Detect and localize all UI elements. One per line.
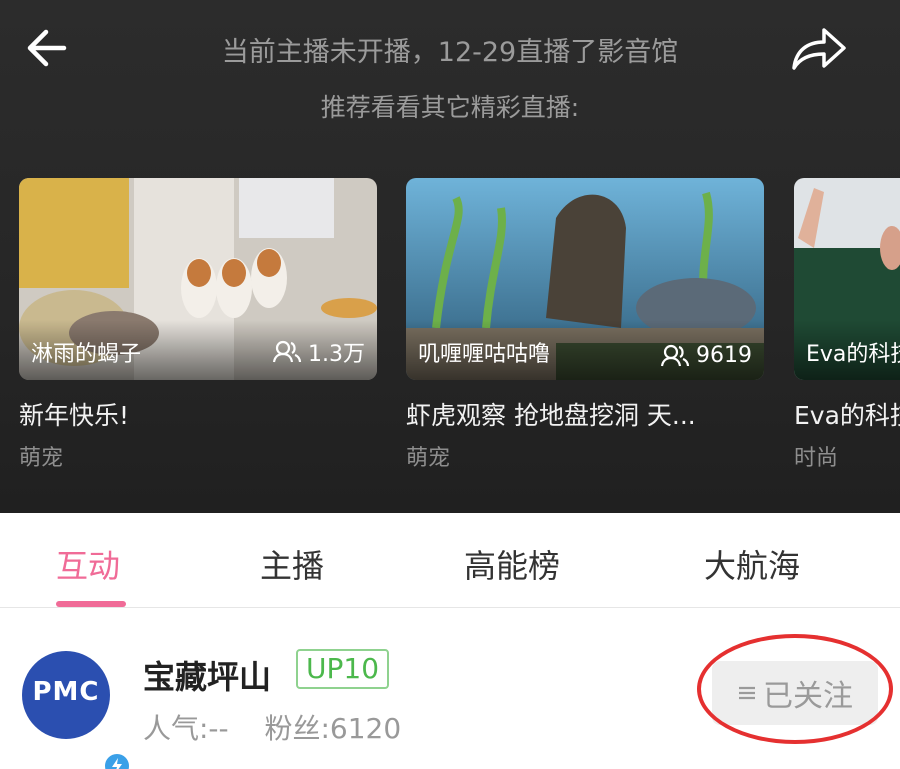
live-title: Eva的科技 [794,401,900,430]
tab-bar: 互动 主播 高能榜 大航海 [0,513,900,608]
tab-anchor[interactable]: 主播 [260,541,324,587]
verified-icon [102,751,132,769]
viewers-icon [660,344,690,366]
avatar-logo-text: PMC [32,677,100,707]
live-card[interactable]: 叽喱喱咕咕噜 9619 虾虎观察 抢地盘挖洞 天... 萌宠 [406,178,764,472]
level-badge: UP10 [296,649,390,689]
offline-notice: 当前主播未开播，12-29直播了影音馆 [221,37,679,68]
fan-count: 粉丝:6120 [264,712,402,745]
live-card[interactable]: 淋雨的蝎子 1.3万 新年快乐! 萌宠 [19,178,377,472]
live-category: 时尚 [794,446,839,471]
menu-lines-icon [739,686,755,700]
follow-button[interactable]: 已关注 [712,661,878,725]
share-button[interactable] [786,22,848,74]
anchor-name: 宝藏坪山 [143,658,272,696]
avatar[interactable]: PMC [22,651,132,769]
recommend-hint: 推荐看看其它精彩直播: [320,93,580,122]
follow-label: 已关注 [763,679,853,714]
tab-energy-ranking[interactable]: 高能榜 [464,541,560,587]
viewer-count-value: 9619 [696,343,752,368]
live-thumbnail: 淋雨的蝎子 1.3万 [19,178,377,380]
live-category: 萌宠 [19,446,64,471]
viewer-count: 9619 [660,343,752,368]
offline-recommendation-panel: 当前主播未开播，12-29直播了影音馆 推荐看看其它精彩直播: 淋雨的蝎子 1.… [0,0,900,513]
live-card[interactable]: Eva的科技 Eva的科技 时尚 [794,178,900,472]
profile-stats: 人气:-- 粉丝:6120 [143,707,401,747]
live-category: 萌宠 [406,446,451,471]
share-icon [792,28,846,70]
live-title: 虾虎观察 抢地盘挖洞 天... [406,401,696,430]
live-thumbnail: 叽喱喱咕咕噜 9619 [406,178,764,380]
active-tab-indicator [56,601,126,607]
anchor-profile: PMC 宝藏坪山 UP10 人气:-- 粉丝:6120 已关注 [0,609,900,769]
viewer-count-value: 1.3万 [308,342,365,367]
tab-interaction[interactable]: 互动 [56,541,120,587]
popularity: 人气:-- [143,712,229,745]
live-thumbnail: Eva的科技 [794,178,900,380]
viewers-icon [272,340,302,363]
anchor-name: 淋雨的蝎子 [31,342,142,367]
anchor-name: 叽喱喱咕咕噜 [418,342,551,367]
live-title: 新年快乐! [19,401,130,430]
tab-guard[interactable]: 大航海 [704,541,800,587]
anchor-name: Eva的科技 [806,342,900,367]
viewer-count: 1.3万 [272,336,365,368]
